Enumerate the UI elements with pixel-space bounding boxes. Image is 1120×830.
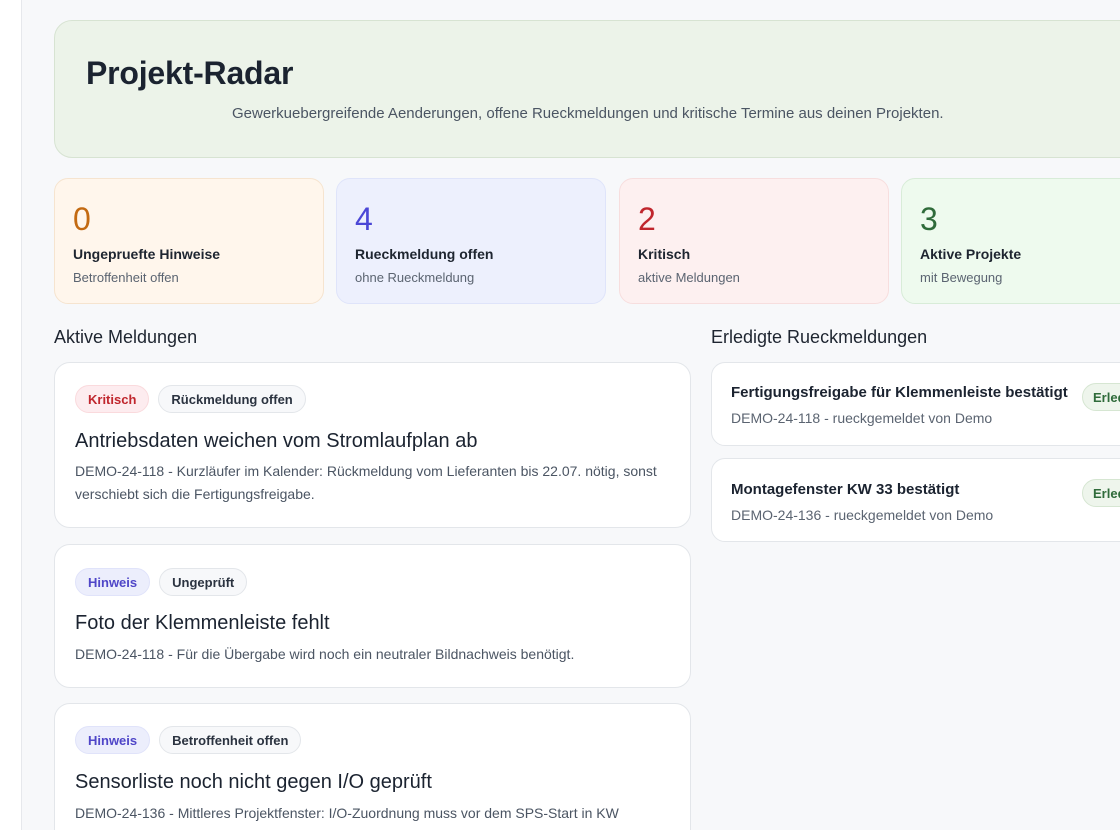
stat-label: Aktive Projekte <box>920 246 1022 262</box>
stat-label: Kritisch <box>638 246 691 262</box>
stat-value: 3 <box>920 201 938 237</box>
stat-label: Rueckmeldung offen <box>355 246 494 262</box>
badge-done: Erledigt <box>1082 479 1120 507</box>
done-meta: DEMO-24-136 - rueckgemeldet von Demo <box>731 507 994 523</box>
alert-title: Antriebsdaten weichen vom Stromlaufplan … <box>75 430 478 452</box>
hero-panel: Projekt-Radar Gewerkuebergreifende Aende… <box>54 20 1120 158</box>
stat-value: 0 <box>73 201 91 237</box>
stat-card-active-projects[interactable]: 3 Aktive Projekte mit Bewegung <box>901 178 1120 304</box>
stat-card-unchecked[interactable]: 0 Ungepruefte Hinweise Betroffenheit off… <box>54 178 324 304</box>
alert-description: DEMO-24-118 - Kurzläufer im Kalender: Rü… <box>75 463 657 502</box>
done-title: Montagefenster KW 33 bestätigt <box>731 481 960 498</box>
badge-status: Betroffenheit offen <box>159 726 302 754</box>
active-alerts-heading: Aktive Meldungen <box>54 327 198 347</box>
stat-sub: aktive Meldungen <box>638 270 740 285</box>
stat-sub: mit Bewegung <box>920 270 1003 285</box>
badge-hint: Hinweis <box>75 726 151 754</box>
alert-card[interactable]: Kritisch Rückmeldung offen Antriebsdaten… <box>54 362 691 528</box>
badge-status: Rückmeldung offen <box>158 385 306 413</box>
left-rail <box>0 0 22 830</box>
done-title: Fertigungsfreigabe für Klemmenleiste bes… <box>731 384 1068 401</box>
alert-card[interactable]: Hinweis Ungeprüft Foto der Klemmenleiste… <box>54 544 691 688</box>
stat-value: 4 <box>355 201 373 237</box>
stat-sub: ohne Rueckmeldung <box>355 270 475 285</box>
badge-done: Erledigt <box>1082 383 1120 411</box>
alert-title: Sensorliste noch nicht gegen I/O geprüft <box>75 771 432 793</box>
stat-sub: Betroffenheit offen <box>73 270 179 285</box>
page-title: Projekt-Radar <box>86 55 294 91</box>
badge-status: Ungeprüft <box>159 568 248 596</box>
done-meta: DEMO-24-118 - rueckgemeldet von Demo <box>731 410 993 426</box>
stat-value: 2 <box>638 201 656 237</box>
done-card[interactable]: Fertigungsfreigabe für Klemmenleiste bes… <box>711 362 1120 446</box>
alert-card[interactable]: Hinweis Betroffenheit offen Sensorliste … <box>54 703 691 830</box>
badge-critical: Kritisch <box>75 385 150 413</box>
done-card[interactable]: Montagefenster KW 33 bestätigt DEMO-24-1… <box>711 458 1120 542</box>
alert-title: Foto der Klemmenleiste fehlt <box>75 612 330 634</box>
stat-card-feedback-open[interactable]: 4 Rueckmeldung offen ohne Rueckmeldung <box>336 178 606 304</box>
alert-description: DEMO-24-118 - Für die Übergabe wird noch… <box>75 646 575 662</box>
page-subtitle: Gewerkuebergreifende Aenderungen, offene… <box>232 105 944 122</box>
badge-hint: Hinweis <box>75 568 151 596</box>
done-feedback-heading: Erledigte Rueckmeldungen <box>711 327 928 347</box>
stat-card-critical[interactable]: 2 Kritisch aktive Meldungen <box>619 178 889 304</box>
stat-label: Ungepruefte Hinweise <box>73 246 221 262</box>
alert-description: DEMO-24-136 - Mittleres Projektfenster: … <box>75 805 619 821</box>
